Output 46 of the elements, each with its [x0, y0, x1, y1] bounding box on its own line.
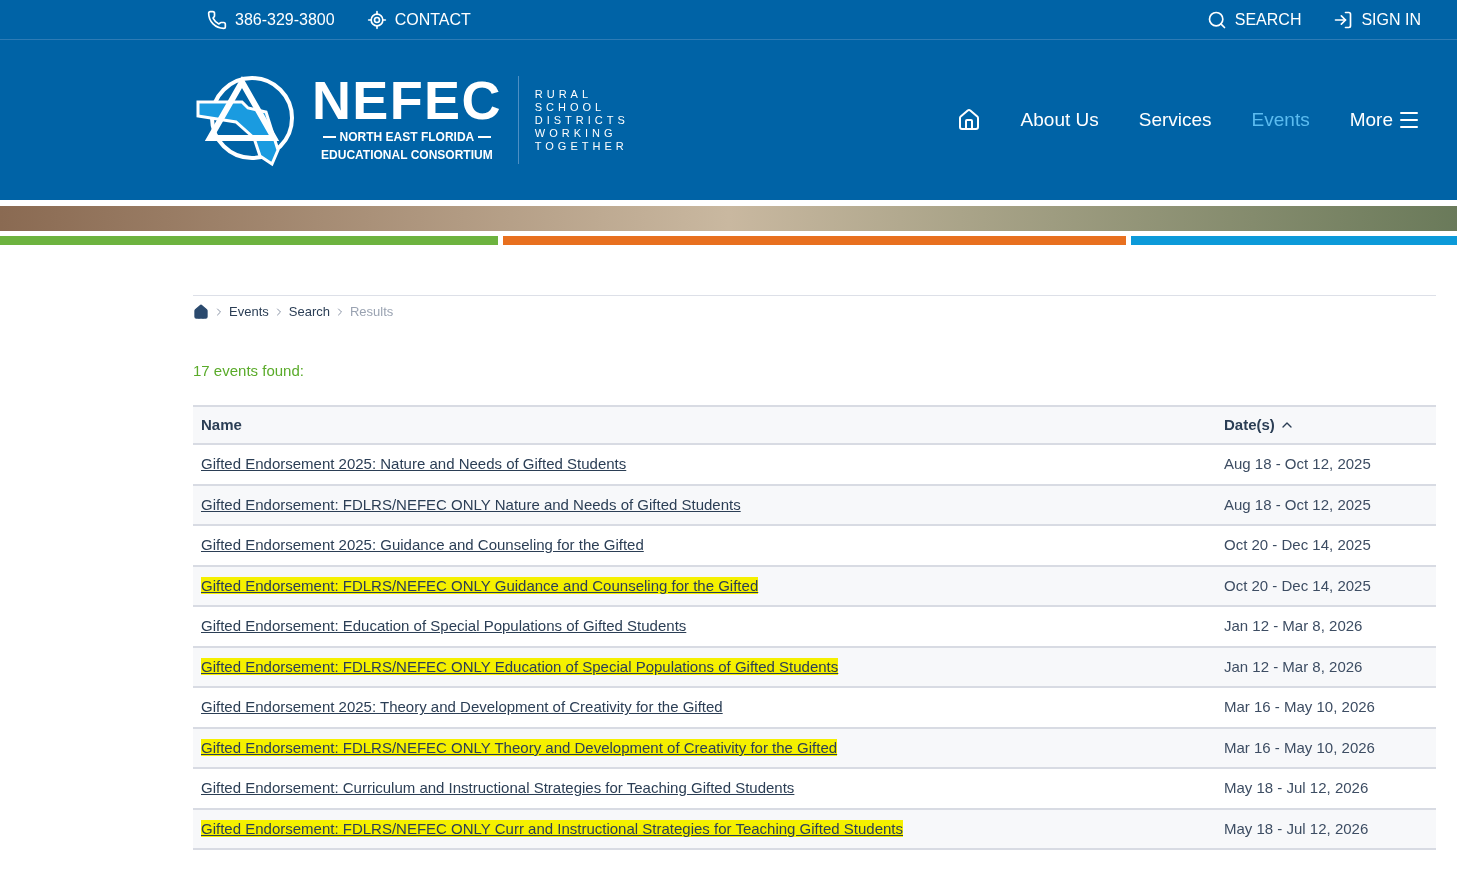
phone-number: 386-329-3800	[235, 9, 335, 30]
event-link[interactable]: Gifted Endorsement: FDLRS/NEFEC ONLY Theory and Development of Creativity for the Gifted	[201, 738, 838, 756]
event-link[interactable]: Gifted Endorsement: FDLRS/NEFEC ONLY Curr and Instructional Strategies for Teaching Gifted Students	[201, 819, 903, 837]
event-link[interactable]: Gifted Endorsement: FDLRS/NEFEC ONLY Education of Special Populations of Gifted Students	[201, 657, 839, 675]
search-link[interactable]: SEARCH	[1234, 7, 1302, 32]
table-cell-text: Mar 16 - May 10, 2026	[1224, 697, 1375, 717]
logo-tagline: DISTRICTS	[534, 113, 629, 127]
breadcrumb-link[interactable]: Search	[288, 302, 330, 322]
logo-tagline: RURAL	[534, 87, 594, 101]
event-link[interactable]: Gifted Endorsement: FDLRS/NEFEC ONLY Nature and Needs of Gifted Students	[201, 495, 741, 513]
table-cell-text: Oct 20 - Dec 14, 2025	[1224, 575, 1371, 596]
table-cell-text: Mar 16 - May 10, 2026	[1224, 737, 1375, 758]
logo-tagline: WORKING	[534, 126, 618, 140]
event-link[interactable]: Gifted Endorsement 2025: Guidance and Counseling for the Gifted	[201, 536, 644, 554]
sign-in-link[interactable]: SIGN IN	[1361, 7, 1421, 32]
phone-icon	[207, 9, 227, 30]
table-cell-text: Aug 18 - Oct 12, 2025	[1224, 454, 1371, 474]
logo-subtitle: NORTH EAST FLORIDA	[339, 129, 475, 146]
table-cell-text: Jan 12 - Mar 8, 2026	[1224, 616, 1363, 636]
contact-link[interactable]: CONTACT	[394, 7, 471, 32]
logo-tagline: TOGETHER	[534, 139, 629, 153]
event-link[interactable]: Gifted Endorsement 2025: Nature and Needs of Gifted Students	[201, 455, 627, 473]
table-cell-text: May 18 - Jul 12, 2026	[1224, 778, 1369, 798]
sign-in-icon[interactable]	[1333, 9, 1354, 30]
table-cell-text: May 18 - Jul 12, 2026	[1224, 818, 1369, 839]
home-icon[interactable]	[193, 304, 209, 320]
event-link[interactable]: Gifted Endorsement: FDLRS/NEFEC ONLY Guidance and Counseling for the Gifted	[201, 576, 759, 594]
logo-wordmark: NEFEC	[312, 76, 502, 124]
logo-subtitle: EDUCATIONAL CONSORTIUM	[321, 147, 493, 164]
breadcrumb-link[interactable]: Events	[229, 302, 269, 322]
table-cell-text: Jan 12 - Mar 8, 2026	[1224, 656, 1363, 677]
event-link[interactable]: Gifted Endorsement: Curriculum and Instructional Strategies for Teaching Gifted Students	[201, 779, 795, 797]
target-icon	[366, 9, 387, 30]
table-cell-text: Oct 20 - Dec 14, 2025	[1224, 535, 1371, 555]
nav-link[interactable]: About Us	[1020, 105, 1099, 135]
nav-link[interactable]: More	[1349, 105, 1421, 135]
column-header: Name	[201, 414, 243, 435]
logo-tagline: SCHOOL	[534, 100, 607, 114]
nav-link[interactable]: Services	[1138, 105, 1212, 135]
event-link[interactable]: Gifted Endorsement: Education of Special Populations of Gifted Students	[201, 617, 687, 635]
result-count: 17 events found:	[193, 362, 304, 379]
search-icon[interactable]	[1206, 9, 1227, 30]
event-link[interactable]: Gifted Endorsement 2025: Theory and Development of Creativity for the Gifted	[201, 698, 723, 716]
sort-header[interactable]: Date(s)	[1224, 413, 1295, 437]
table-cell-text: Aug 18 - Oct 12, 2025	[1224, 494, 1371, 515]
home-icon[interactable]	[956, 108, 981, 132]
